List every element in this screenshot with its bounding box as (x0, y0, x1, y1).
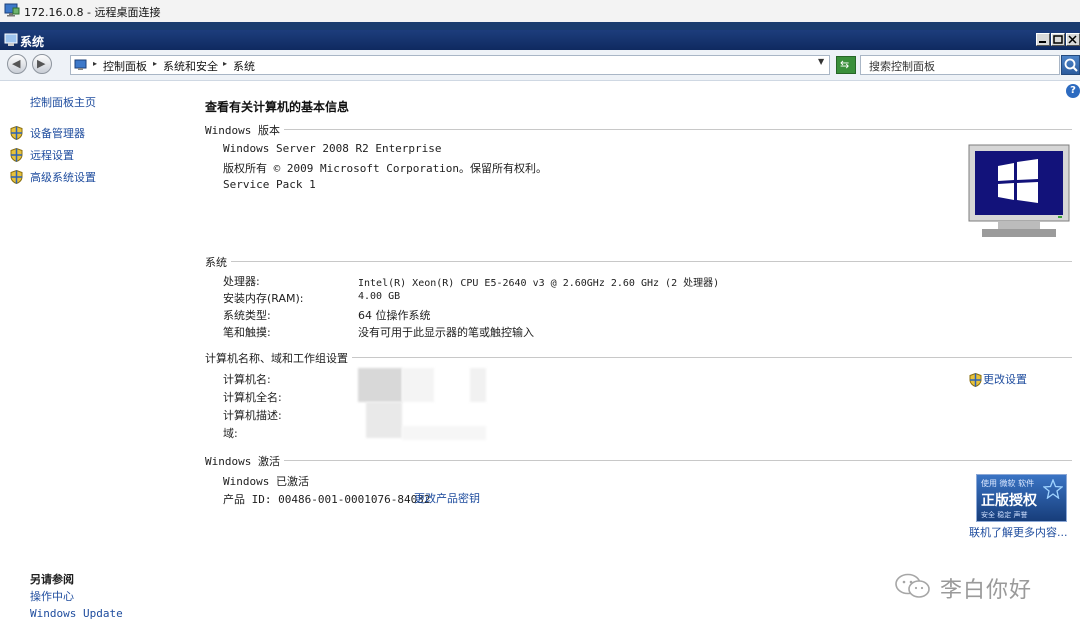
see-also-action-center[interactable]: 操作中心 (30, 588, 74, 604)
product-id: 产品 ID: 00486-001-0001076-84032 (223, 493, 431, 506)
wechat-icon (895, 573, 930, 598)
address-bar[interactable]: ▸ 控制面板 ▸ 系统和安全 ▸ 系统 (70, 55, 830, 75)
full-computer-name-label: 计算机全名: (223, 391, 282, 404)
change-product-key-link[interactable]: 更改产品密钥 (414, 490, 480, 506)
breadcrumb-arrow-icon[interactable]: ▸ (93, 59, 97, 68)
system-window-icon (4, 33, 18, 46)
address-toolbar: ◀ ▶ ▸ 控制面板 ▸ 系统和安全 ▸ 系统 ▼ ⇆ 搜索控制面板 (0, 50, 1080, 81)
edition-copyright: 版权所有 © 2009 Microsoft Corporation。保留所有权利… (223, 162, 548, 175)
badge-main-text: 正版授权 (981, 493, 1037, 509)
section-divider (205, 460, 1072, 461)
arrow-right-icon: ▶ (37, 57, 46, 70)
pen-touch-label: 笔和触摸: (223, 326, 271, 339)
close-button[interactable] (1066, 33, 1080, 46)
search-icon (1064, 58, 1078, 72)
forward-button[interactable]: ▶ (32, 54, 52, 74)
arrow-left-icon: ◀ (12, 57, 21, 70)
search-input[interactable]: 搜索控制面板 (860, 55, 1060, 75)
badge-bottom-text: 安全 稳定 声誉 (981, 511, 1028, 519)
see-also-windows-update[interactable]: Windows Update (30, 607, 123, 620)
refresh-button[interactable]: ⇆ (836, 56, 856, 74)
star-icon (1043, 479, 1063, 499)
activation-status: Windows 已激活 (223, 475, 309, 488)
pen-touch-value: 没有可用于此显示器的笔或触控输入 (358, 326, 534, 339)
change-settings-link[interactable]: 更改设置 (983, 371, 1027, 387)
breadcrumb-system-security[interactable]: 系统和安全 (163, 58, 218, 74)
window-title: 系统 (20, 35, 45, 49)
domain-label: 域: (223, 427, 238, 440)
window-title-bar[interactable]: 系统 (0, 30, 1080, 50)
refresh-icon: ⇆ (840, 58, 850, 71)
section-heading-edition: Windows 版本 (205, 122, 284, 138)
breadcrumb-arrow-icon[interactable]: ▸ (153, 59, 157, 68)
watermark-text: 李白你好 (940, 578, 1033, 603)
computer-description-label: 计算机描述: (223, 409, 282, 422)
remote-desktop-icon (4, 3, 20, 17)
sidebar-item-device-manager[interactable]: 设备管理器 (30, 125, 85, 141)
redacted-value (402, 426, 486, 440)
computer-name-label: 计算机名: (223, 373, 271, 386)
section-heading-computer: 计算机名称、域和工作组设置 (205, 350, 352, 366)
section-divider (205, 261, 1072, 262)
search-placeholder: 搜索控制面板 (869, 60, 935, 73)
maximize-button[interactable] (1051, 33, 1065, 46)
edition-name: Windows Server 2008 R2 Enterprise (223, 142, 442, 155)
sidebar-item-remote-settings[interactable]: 远程设置 (30, 147, 74, 163)
redacted-value (470, 368, 486, 402)
see-also-heading: 另请参阅 (30, 573, 74, 586)
back-button[interactable]: ◀ (7, 54, 27, 74)
system-type-value: 64 位操作系统 (358, 309, 431, 322)
sidebar-home-link[interactable]: 控制面板主页 (30, 94, 96, 110)
windows-logo-monitor-icon (968, 144, 1070, 237)
search-button[interactable] (1061, 55, 1080, 75)
learn-more-online-link[interactable]: 联机了解更多内容... (969, 524, 1068, 540)
breadcrumb-control-panel[interactable]: 控制面板 (103, 58, 147, 74)
shield-icon (10, 170, 23, 184)
help-icon[interactable]: ? (1066, 84, 1080, 98)
close-icon (1068, 35, 1077, 44)
badge-top-text: 使用 微软 软件 (981, 479, 1035, 488)
breadcrumb-system[interactable]: 系统 (233, 58, 255, 74)
processor-label: 处理器: (223, 275, 260, 288)
shield-icon (10, 148, 23, 162)
redacted-value (402, 368, 434, 402)
rdp-separator (0, 22, 1080, 30)
section-divider (205, 129, 1072, 130)
redacted-value (358, 368, 402, 402)
sidebar-item-advanced-settings[interactable]: 高级系统设置 (30, 169, 96, 185)
chevron-down-icon[interactable]: ▼ (818, 57, 824, 66)
minimize-icon (1039, 41, 1046, 43)
system-type-label: 系统类型: (223, 309, 271, 322)
control-panel-icon (74, 59, 87, 70)
page-title: 查看有关计算机的基本信息 (205, 100, 350, 114)
shield-icon (969, 373, 982, 387)
breadcrumb-arrow-icon[interactable]: ▸ (223, 59, 227, 68)
section-heading-activation: Windows 激活 (205, 453, 284, 469)
redacted-value (366, 402, 402, 438)
rdp-title-bar: 172.16.0.8 - 远程桌面连接 (0, 0, 1080, 23)
rdp-title: 172.16.0.8 - 远程桌面连接 (24, 6, 161, 19)
edition-service-pack: Service Pack 1 (223, 178, 316, 191)
section-heading-system: 系统 (205, 254, 231, 270)
minimize-button[interactable] (1036, 33, 1050, 46)
maximize-icon (1053, 35, 1063, 44)
ram-value: 4.00 GB (358, 291, 401, 302)
shield-icon (10, 126, 23, 140)
processor-value: Intel(R) Xeon(R) CPU E5-2640 v3 @ 2.60GH… (358, 278, 720, 289)
genuine-badge[interactable]: 使用 微软 软件 正版授权 安全 稳定 声誉 (976, 474, 1067, 522)
ram-label: 安装内存(RAM): (223, 292, 304, 305)
